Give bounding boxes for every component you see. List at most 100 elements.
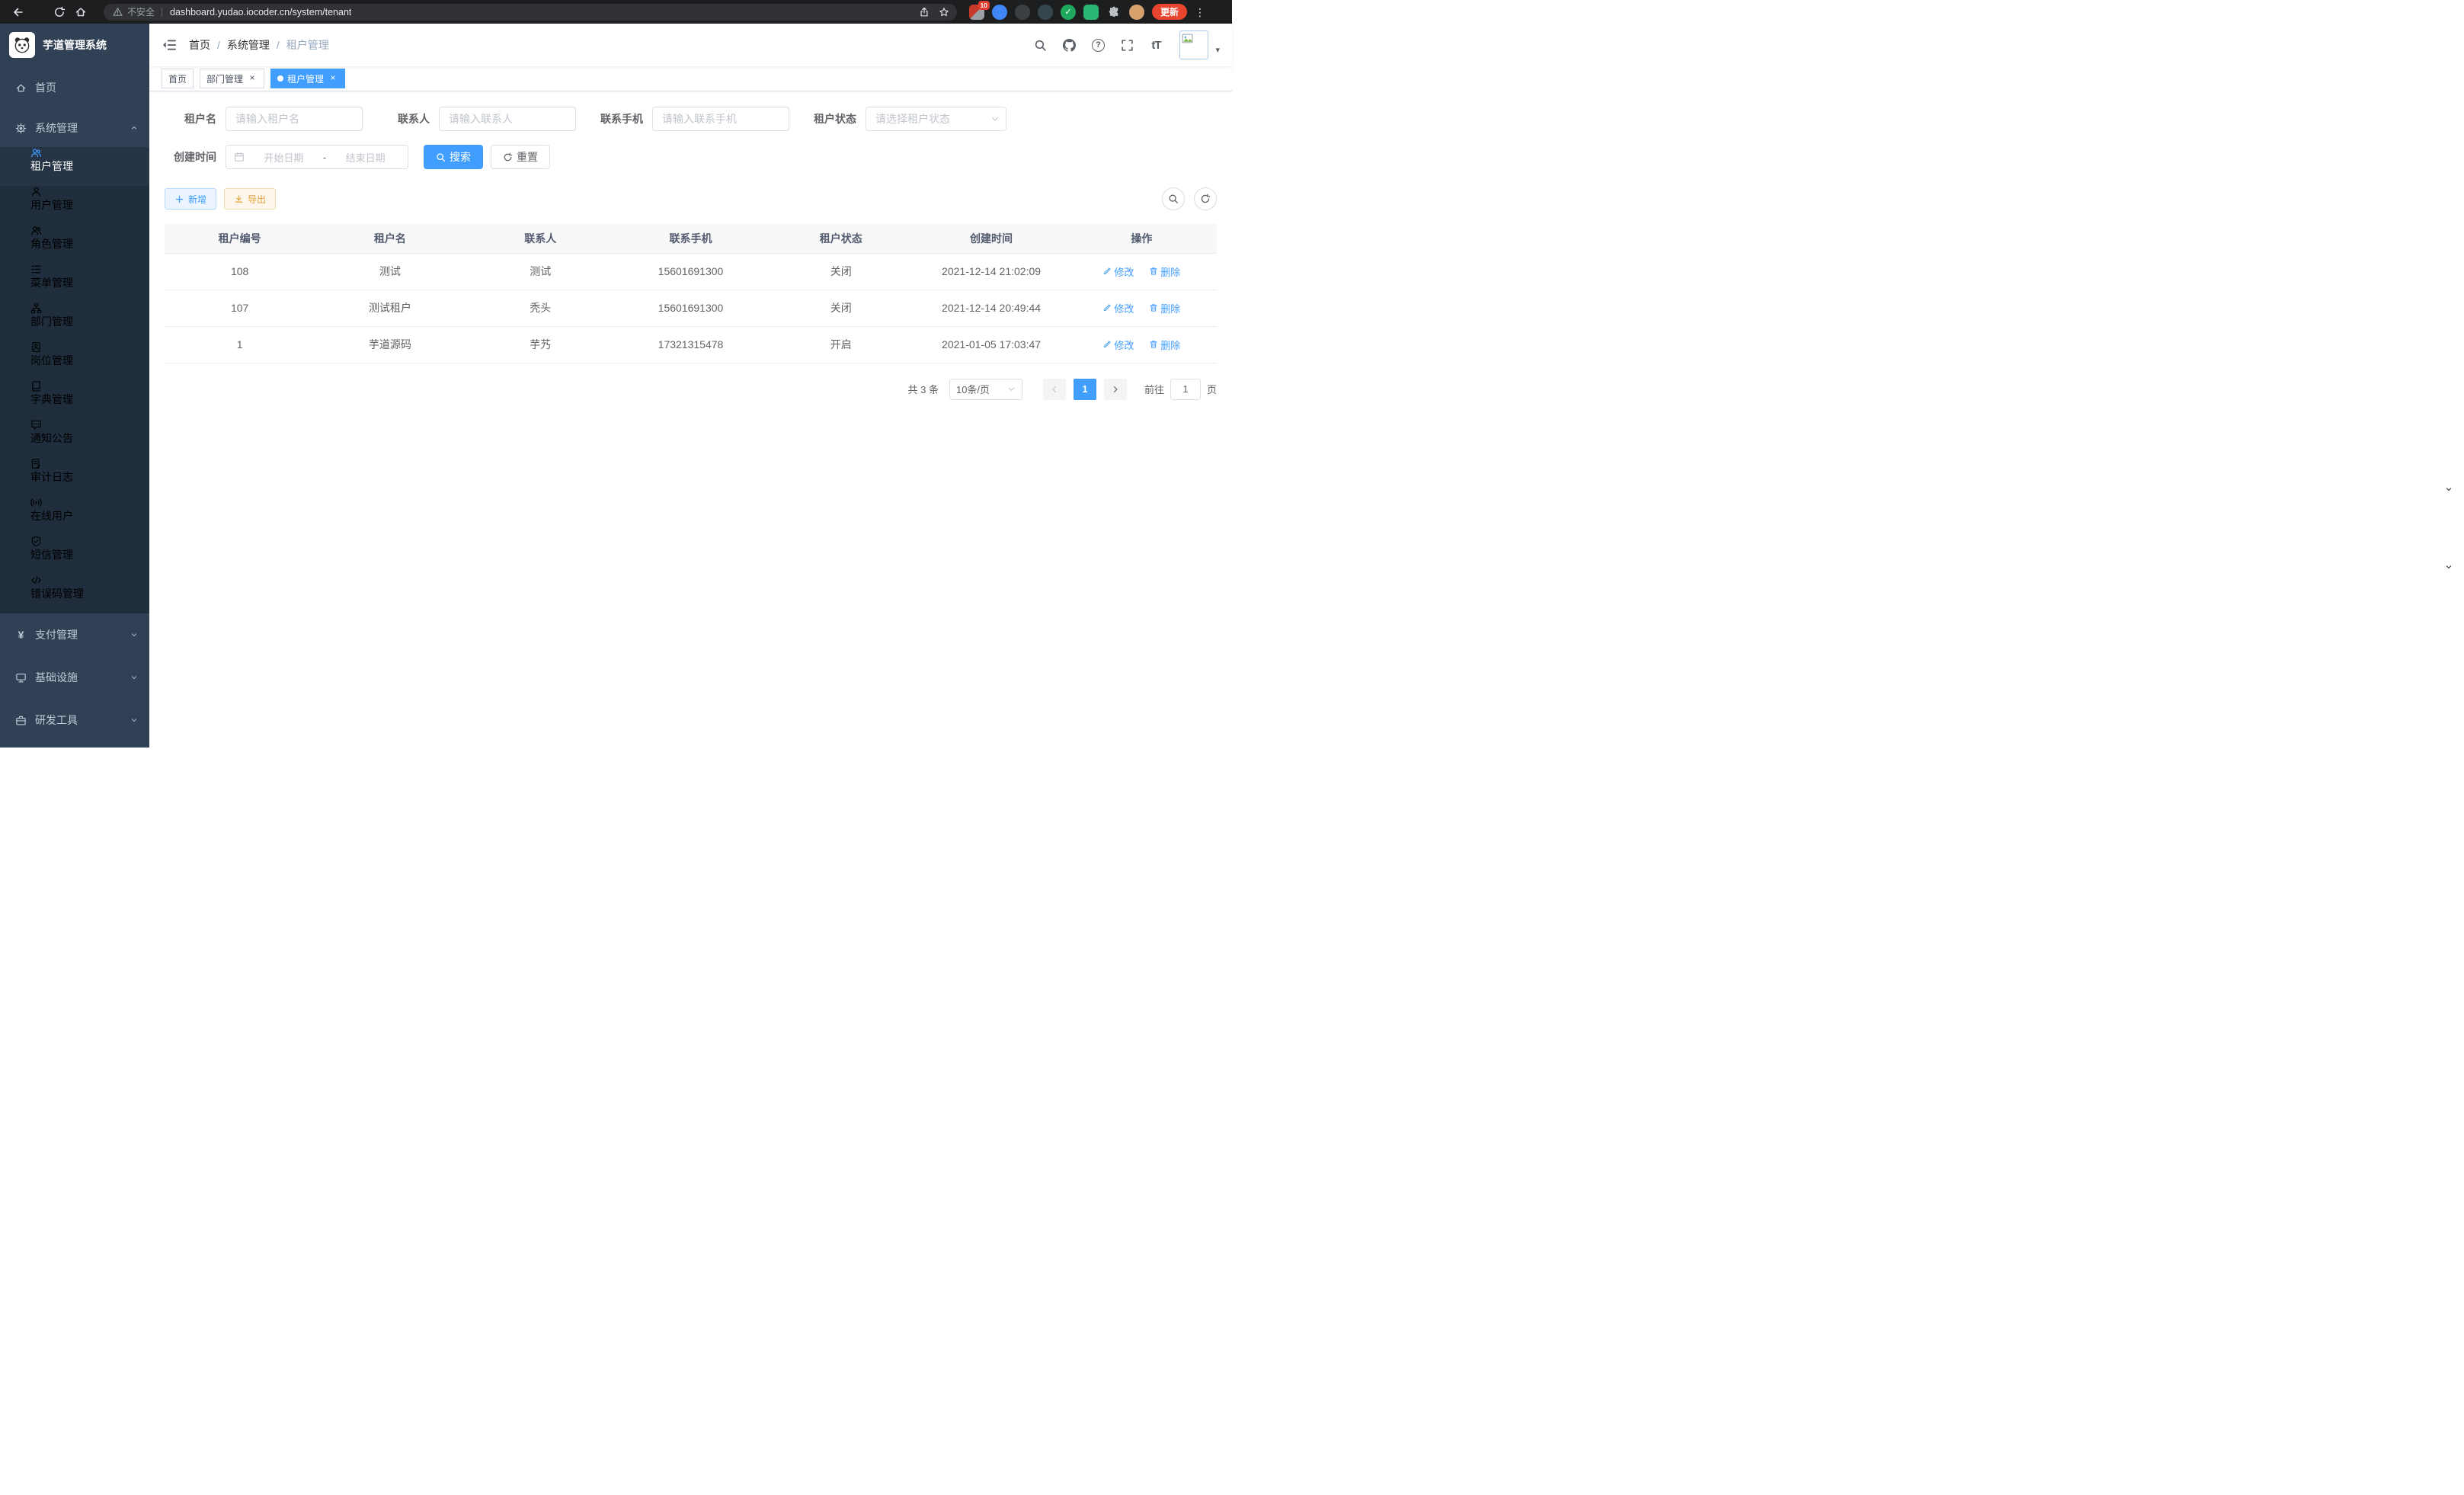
sidebar-item-home[interactable]: 首页 (0, 66, 149, 109)
goto-label: 前往 (1144, 382, 1164, 396)
infrastructure-icon (15, 672, 27, 683)
security-label: 不安全 (127, 5, 155, 18)
extension-icon-6[interactable] (1083, 5, 1099, 20)
app-logo[interactable]: 芋道管理系统 (0, 24, 149, 66)
sidebar-item-user[interactable]: 用户管理 (0, 186, 149, 225)
caret-down-icon[interactable]: ▾ (1215, 45, 1220, 59)
delete-link[interactable]: 删除 (1149, 338, 1180, 352)
goto-page-input[interactable] (1170, 379, 1201, 400)
search-toggle-button[interactable] (1162, 187, 1185, 210)
sidebar-item-system[interactable]: 系统管理 (0, 109, 149, 147)
status-select[interactable]: 请选择租户状态 (866, 107, 1006, 131)
sidebar-item-notice[interactable]: 通知公告 (0, 419, 149, 458)
reset-button[interactable]: 重置 (491, 145, 550, 169)
search-button[interactable]: 搜索 (424, 145, 483, 169)
extension-icon-4[interactable] (1038, 5, 1053, 20)
sidebar-item-sms[interactable]: 短信管理 (0, 536, 149, 575)
sidebar-item-role[interactable]: 角色管理 (0, 225, 149, 264)
page-size-select[interactable]: 10条/页 (949, 379, 1022, 400)
browser-update-button[interactable]: 更新 (1152, 4, 1187, 20)
date-range-picker[interactable]: 开始日期 - 结束日期 (226, 145, 408, 169)
sidebar-item-dict[interactable]: 字典管理 (0, 380, 149, 419)
sidebar-item-dept[interactable]: 部门管理 (0, 303, 149, 341)
col-tenant-id: 租户编号 (165, 224, 315, 253)
breadcrumb-home[interactable]: 首页 (189, 37, 210, 53)
home-icon (15, 82, 27, 94)
sidebar-item-label: 错误码管理 (30, 587, 84, 600)
code-icon (30, 575, 42, 586)
delete-link[interactable]: 删除 (1149, 301, 1180, 315)
chevron-down-icon (130, 715, 139, 725)
sidebar-item-audit-log[interactable]: 审计日志 (0, 458, 149, 497)
extension-icon-1[interactable]: 10 (969, 5, 984, 20)
user-avatar[interactable] (1179, 30, 1208, 59)
refresh-icon (1200, 194, 1211, 204)
bookmark-star-icon[interactable] (934, 4, 954, 21)
sidebar-item-error-code[interactable]: 错误码管理 (0, 575, 149, 613)
home-icon[interactable] (70, 2, 91, 23)
export-button[interactable]: 导出 (224, 188, 276, 210)
sidebar-item-post[interactable]: 岗位管理 (0, 341, 149, 380)
refresh-icon[interactable] (49, 2, 70, 23)
fullscreen-icon[interactable] (1114, 32, 1140, 58)
help-icon[interactable]: ? (1085, 32, 1111, 58)
col-tenant-name: 租户名 (315, 224, 465, 253)
table-row: 1 芋道源码 芋艿 17321315478 开启 2021-01-05 17:0… (165, 326, 1217, 363)
edit-link[interactable]: 修改 (1102, 338, 1134, 352)
extensions-puzzle-icon[interactable] (1106, 5, 1122, 20)
edit-link[interactable]: 修改 (1102, 264, 1134, 279)
next-page-button[interactable] (1104, 379, 1127, 400)
sidebar-fold-icon[interactable] (162, 37, 177, 53)
browser-menu-icon[interactable]: ⋮ (1195, 7, 1205, 18)
search-icon[interactable] (1027, 32, 1053, 58)
page-unit-label: 页 (1207, 382, 1217, 396)
tenant-name-input[interactable] (226, 107, 363, 131)
toolbox-icon (15, 715, 27, 726)
date-separator: - (323, 152, 326, 163)
tab-tenant[interactable]: 租户管理 × (270, 69, 345, 88)
browser-toolbar: 不安全 dashboard.yudao.iocoder.cn/system/te… (0, 0, 1232, 24)
contact-input[interactable] (439, 107, 576, 131)
extension-icon-2[interactable] (992, 5, 1007, 20)
sidebar-item-devtools[interactable]: 研发工具 (0, 699, 149, 741)
github-icon[interactable] (1056, 32, 1082, 58)
profile-avatar-icon[interactable] (1129, 5, 1144, 20)
back-icon[interactable] (8, 2, 29, 23)
chevron-down-icon (990, 114, 1000, 123)
page-number-button[interactable]: 1 (1074, 379, 1096, 400)
tab-home[interactable]: 首页 (162, 69, 194, 88)
sidebar-item-label: 部门管理 (30, 315, 73, 328)
breadcrumb-system[interactable]: 系统管理 (227, 37, 270, 53)
add-button[interactable]: 新增 (165, 188, 216, 210)
delete-link[interactable]: 删除 (1149, 264, 1180, 279)
sidebar-item-online-users[interactable]: 在线用户 (0, 497, 149, 536)
refresh-table-button[interactable] (1194, 187, 1217, 210)
extension-badge: 10 (978, 1, 990, 11)
tab-dept[interactable]: 部门管理 × (200, 69, 264, 88)
navbar-actions: ? tT ▾ (1027, 30, 1220, 59)
chevron-left-icon (1050, 385, 1059, 394)
search-icon (436, 152, 446, 162)
address-bar[interactable]: 不安全 dashboard.yudao.iocoder.cn/system/te… (104, 4, 957, 21)
sidebar-item-tenant[interactable]: 租户管理 (0, 147, 149, 186)
logo-image (9, 32, 35, 58)
sidebar-item-infrastructure[interactable]: 基础设施 (0, 656, 149, 699)
close-icon[interactable]: × (328, 73, 338, 84)
close-icon[interactable]: × (247, 73, 258, 84)
sidebar-item-label: 字典管理 (30, 393, 73, 405)
share-icon[interactable] (914, 4, 934, 21)
sidebar-item-label: 在线用户 (30, 510, 73, 522)
sidebar-item-menu[interactable]: 菜单管理 (0, 264, 149, 303)
sidebar-item-payment[interactable]: ¥ 支付管理 (0, 613, 149, 656)
calendar-icon (234, 152, 245, 162)
phone-input[interactable] (652, 107, 789, 131)
start-date-placeholder: 开始日期 (249, 150, 318, 165)
prev-page-button[interactable] (1043, 379, 1066, 400)
table-row: 107 测试租户 秃头 15601691300 关闭 2021-12-14 20… (165, 290, 1217, 326)
edit-link[interactable]: 修改 (1102, 301, 1134, 315)
extensions-area: 10 ✓ 更新 ⋮ (969, 4, 1205, 20)
font-size-icon[interactable]: tT (1143, 32, 1169, 58)
extension-icon-3[interactable] (1015, 5, 1030, 20)
extension-icon-5[interactable]: ✓ (1061, 5, 1076, 20)
sidebar-item-label: 租户管理 (30, 160, 73, 172)
